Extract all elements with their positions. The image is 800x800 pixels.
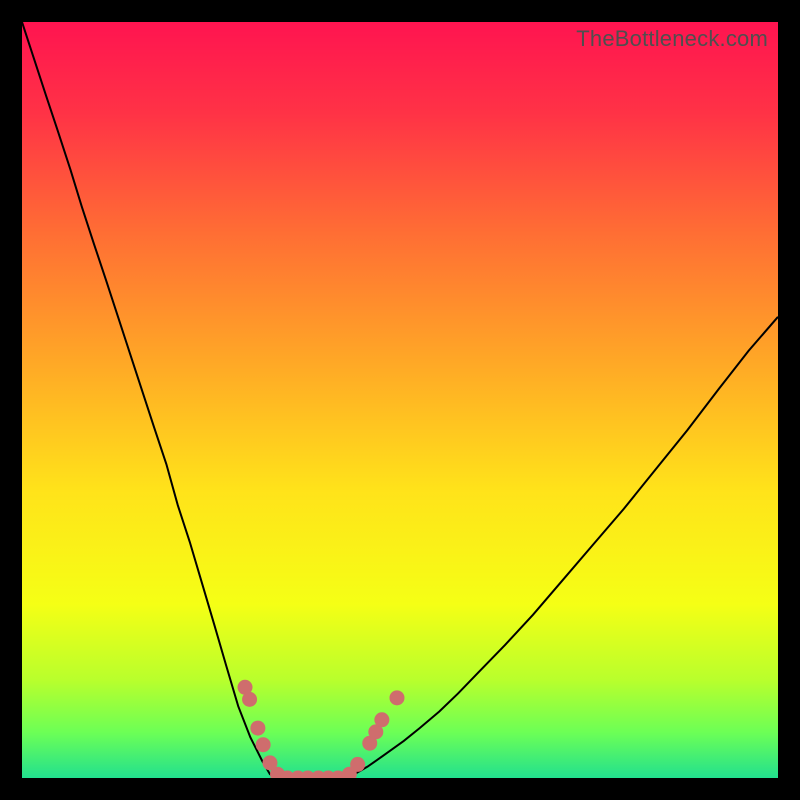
outer-frame: TheBottleneck.com — [0, 0, 800, 800]
marker-dot — [242, 692, 257, 707]
gradient-background — [22, 22, 778, 778]
watermark-text: TheBottleneck.com — [576, 26, 768, 52]
chart-svg — [22, 22, 778, 778]
marker-dot — [350, 757, 365, 772]
marker-dot — [374, 712, 389, 727]
marker-dot — [256, 737, 271, 752]
plot-area: TheBottleneck.com — [22, 22, 778, 778]
marker-dot — [250, 721, 265, 736]
marker-dot — [389, 690, 404, 705]
